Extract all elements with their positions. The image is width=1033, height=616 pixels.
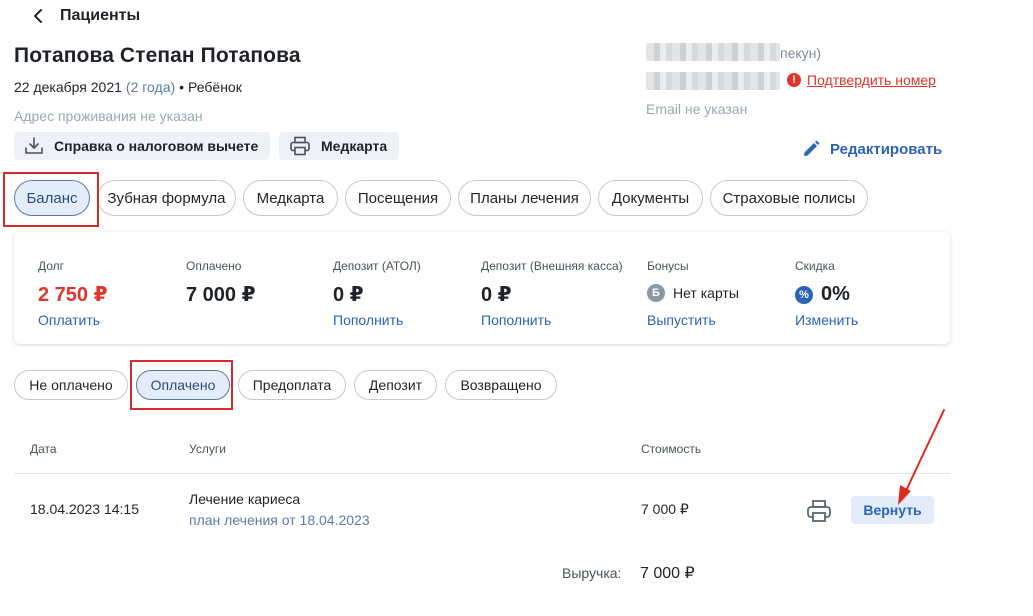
column-header-cost: Стоимость (641, 442, 702, 456)
pay-link[interactable]: Оплатить (38, 312, 100, 328)
tax-certificate-button[interactable]: Справка о налоговом вычете (14, 132, 271, 160)
row-date: 18.04.2023 14:15 (30, 501, 139, 517)
balance-card: Долг 2 750 ₽ Оплатить Оплачено 7 000 ₽ Д… (14, 232, 950, 344)
deposit-atol-label: Депозит (АТОЛ) (333, 259, 421, 273)
highlight-box-filter (130, 360, 233, 410)
email-value: Email не указан (646, 101, 748, 117)
bonus-card-icon: Б (647, 284, 665, 302)
paid-label: Оплачено (186, 259, 242, 273)
warning-icon: ! (787, 73, 801, 87)
blurred-phone (646, 43, 780, 61)
discount-value: 0% (821, 283, 850, 305)
patient-category: Ребёнок (188, 79, 242, 95)
bonuses-value-row: Б Нет карты (647, 284, 739, 302)
pencil-icon (804, 140, 820, 156)
patient-info: 22 декабря 2021 (2 года) • Ребёнок (14, 79, 242, 95)
confirm-phone[interactable]: ! Подтвердить номер (787, 72, 936, 88)
row-cost: 7 000 ₽ (641, 501, 689, 517)
revenue-value: 7 000 ₽ (640, 565, 695, 582)
chevron-left-icon[interactable] (30, 8, 46, 24)
change-discount-link[interactable]: Изменить (795, 312, 858, 328)
debt-value: 2 750 ₽ (38, 284, 108, 306)
issue-card-link[interactable]: Выпустить (647, 312, 716, 328)
paid-value: 7 000 ₽ (186, 284, 256, 306)
bonuses-value: Нет карты (673, 285, 739, 301)
filter-returned[interactable]: Возвращено (445, 370, 557, 400)
patient-dob: 22 декабря 2021 (14, 79, 122, 95)
tab-treatment-plans[interactable]: Планы лечения (458, 180, 591, 216)
table-divider (14, 473, 950, 474)
info-separator: • (179, 79, 185, 95)
medcard-print-button[interactable]: Медкарта (279, 132, 400, 160)
filter-prepayment[interactable]: Предоплата (238, 370, 346, 400)
arrow-annotation (898, 409, 945, 505)
column-header-date: Дата (30, 442, 57, 456)
discount-label: Скидка (795, 259, 835, 273)
download-icon (25, 137, 43, 154)
tab-insurance[interactable]: Страховые полисы (710, 180, 868, 216)
confirm-number-link[interactable]: Подтвердить номер (807, 72, 936, 88)
filter-deposit[interactable]: Депозит (354, 370, 437, 400)
deposit-external-topup-link[interactable]: Пополнить (481, 312, 551, 328)
tab-dental-formula[interactable]: Зубная формула (97, 180, 236, 216)
printer-icon[interactable] (806, 498, 832, 524)
patient-name: Потапова Степан Потапова (14, 44, 301, 67)
tab-visits[interactable]: Посещения (345, 180, 451, 216)
row-service: Лечение кариеса (189, 491, 301, 507)
highlight-box-tab (3, 172, 99, 227)
filter-unpaid[interactable]: Не оплачено (14, 370, 128, 400)
medcard-label: Медкарта (321, 138, 388, 154)
discount-icon: % (795, 285, 813, 304)
deposit-atol-topup-link[interactable]: Пополнить (333, 312, 403, 328)
deposit-external-label: Депозит (Внешняя касса) (481, 259, 623, 273)
debt-label: Долг (38, 259, 65, 273)
edit-label: Редактировать (830, 140, 943, 158)
deposit-atol-value: 0 ₽ (333, 284, 364, 306)
tab-medcard[interactable]: Медкарта (243, 180, 338, 216)
back-label[interactable]: Пациенты (60, 7, 140, 25)
patient-address: Адрес проживания не указан (14, 108, 203, 124)
revenue-label: Выручка: (562, 565, 622, 581)
deposit-external-value: 0 ₽ (481, 284, 512, 306)
tax-certificate-label: Справка о налоговом вычете (54, 138, 259, 154)
guardian-label: пекун) (780, 45, 822, 61)
blurred-phone-2 (646, 72, 780, 90)
row-plan[interactable]: план лечения от 18.04.2023 (189, 512, 370, 528)
patient-age: (2 года) (125, 79, 176, 95)
edit-button[interactable]: Редактировать (802, 140, 942, 158)
discount-value-row: % 0% (795, 283, 850, 306)
back-nav[interactable]: Пациенты (30, 5, 140, 27)
column-header-services: Услуги (189, 442, 226, 456)
tab-documents[interactable]: Документы (598, 180, 703, 216)
bonuses-label: Бонусы (647, 259, 689, 273)
printer-icon (290, 136, 310, 156)
